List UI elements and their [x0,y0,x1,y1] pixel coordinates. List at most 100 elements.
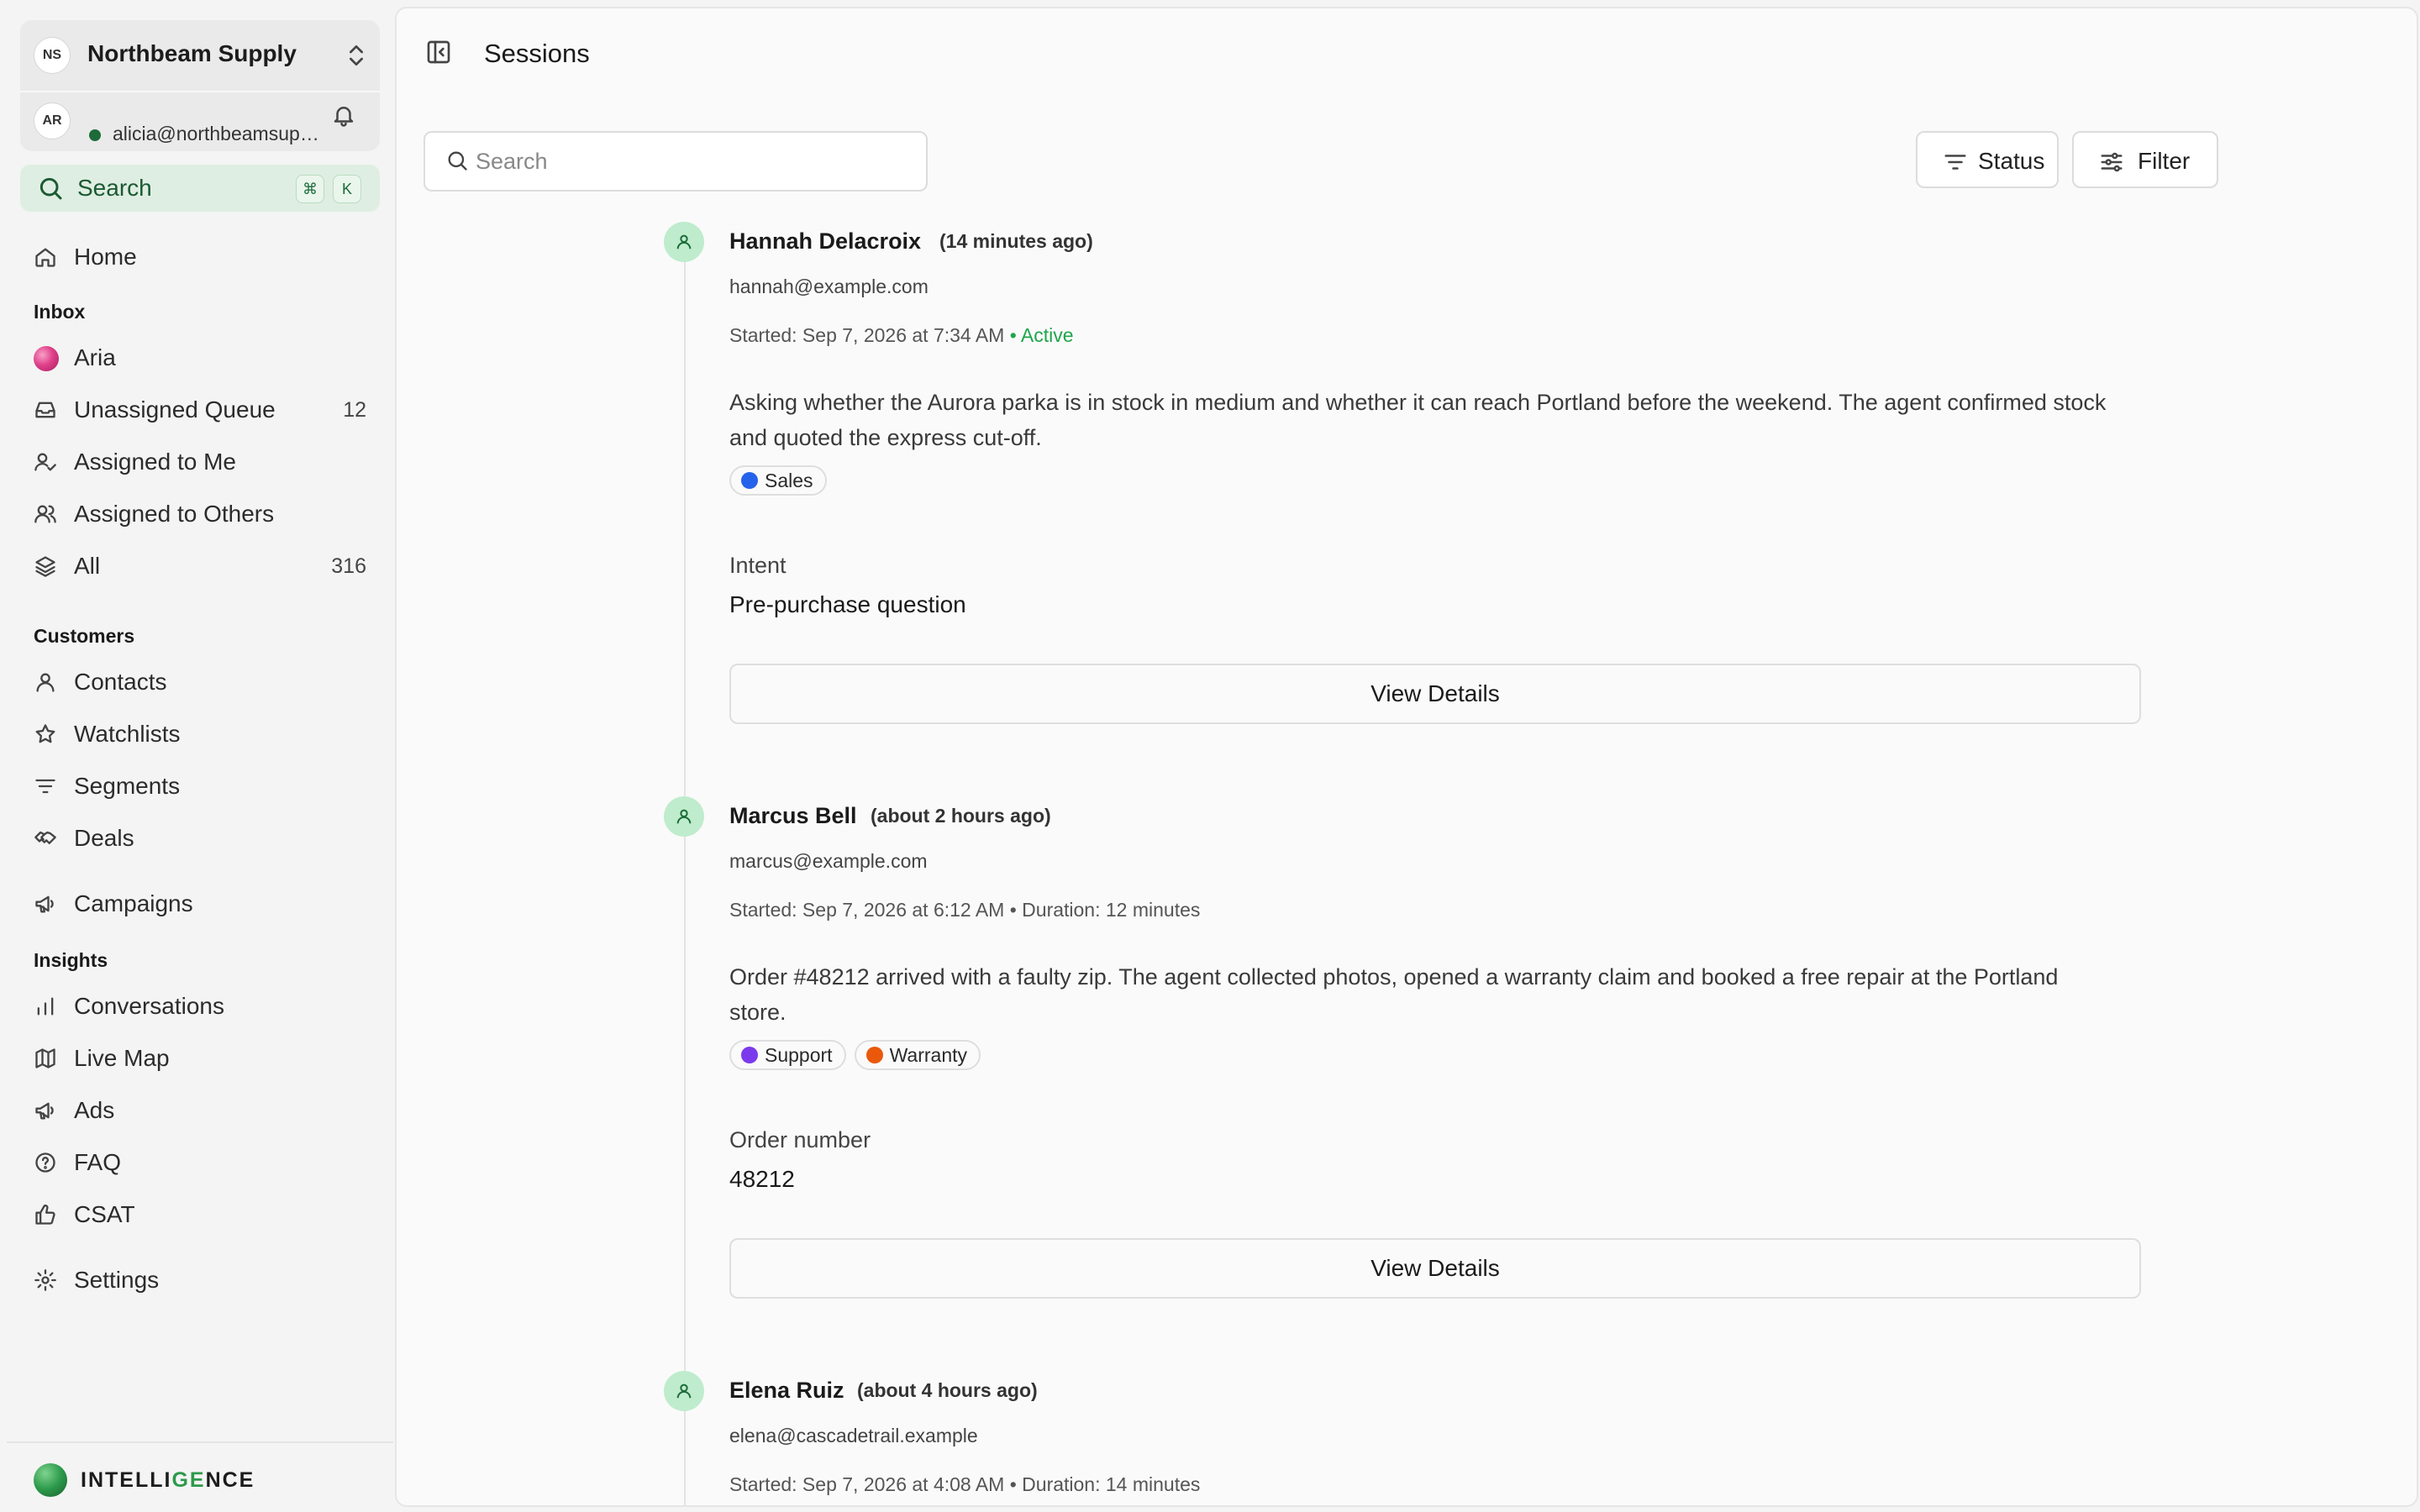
session-meta: Started: Sep 7, 2026 at 4:08 AM • Durati… [729,1473,1201,1495]
user-avatar[interactable]: AR [34,102,71,139]
sidebar-item-label: Settings [74,1267,160,1293]
sidebar-item-contacts[interactable]: Contacts [20,659,380,704]
sidebar-item-label: Aria [74,344,116,370]
sessions-search[interactable] [424,131,928,192]
brand-logo-mark [34,1463,67,1497]
user-icon [664,1371,704,1411]
sidebar: NS Northbeam Supply AR alicia@northbeams… [0,0,393,1512]
user-email[interactable]: alicia@northbeamsupply.example [113,123,323,145]
sidebar-item-assigned-to-me[interactable]: Assigned to Me [20,438,380,484]
tag-label: Support [765,1043,833,1066]
sliders-icon [2099,150,2124,175]
gear-icon [34,1268,57,1292]
filter-button[interactable]: Filter [2072,131,2218,188]
session-relative-time: (about 2 hours ago) [871,805,1051,827]
user-check-icon [34,450,57,474]
section-inbox-heading: Inbox [34,301,86,323]
map-icon [34,1047,57,1070]
sidebar-item-settings[interactable]: Settings [20,1257,380,1302]
section-customers-heading: Customers [34,625,135,647]
search-icon [445,149,469,172]
user-icon [34,670,57,694]
layers-icon [34,554,57,578]
sidebar-item-watchlists[interactable]: Watchlists [20,711,380,756]
brand-wordmark: INTELLIGENCE [81,1468,255,1493]
bar-chart-icon [34,995,57,1018]
help-circle-icon [34,1151,57,1174]
sidebar-item-live-map[interactable]: Live Map [20,1035,380,1080]
main-panel: Sessions Status Filter Hannah Delacroix … [395,7,2418,1507]
session-status-active: • Active [1009,324,1074,346]
workspace-avatar: NS [34,37,71,74]
sidebar-item-label: Unassigned Queue [74,396,276,423]
search-icon [37,175,64,202]
tag-label: Sales [765,469,813,491]
sidebar-item-label: Assigned to Others [74,501,275,527]
sidebar-item-ads[interactable]: Ads [20,1087,380,1132]
user-icon [664,796,704,837]
timeline-line [684,252,686,1505]
sidebar-search-label: Search [77,175,152,201]
sidebar-item-all[interactable]: All 316 [20,543,380,588]
sidebar-item-home[interactable]: Home [20,234,380,279]
filter-lines-icon [34,774,57,798]
chevron-up-down-icon [343,42,370,69]
sidebar-item-conversations[interactable]: Conversations [20,983,380,1028]
session-meta: Started: Sep 7, 2026 at 6:12 AM • Durati… [729,899,1201,921]
sidebar-item-count: 316 [331,554,366,578]
sidebar-item-faq[interactable]: FAQ [20,1139,380,1184]
sidebar-item-label: Watchlists [74,721,181,747]
brand-wordmark-part: INTELLI [81,1468,172,1492]
session-contact-name[interactable]: Marcus Bell [729,803,857,829]
view-details-button[interactable]: View Details [729,1238,2141,1299]
sidebar-item-campaigns[interactable]: Campaigns [20,880,380,926]
sidebar-item-unassigned-queue[interactable]: Unassigned Queue 12 [20,386,380,432]
session-tags: Support Warranty [729,1040,981,1070]
tag-support: Support [729,1040,846,1070]
tag-warranty: Warranty [854,1040,981,1070]
shortcut-key-cmd: ⌘ [296,175,324,203]
tag-label: Warranty [889,1043,968,1066]
filter-button-label: Filter [2138,148,2191,174]
sidebar-item-label: Segments [74,773,181,799]
session-relative-time: (14 minutes ago) [939,230,1093,252]
aria-avatar [34,346,59,371]
sidebar-item-label: Ads [74,1097,115,1123]
workspace-switcher[interactable]: NS Northbeam Supply [20,20,380,87]
session-contact-name[interactable]: Hannah Delacroix [729,228,921,255]
sidebar-collapse-icon[interactable] [425,39,452,66]
divider [20,91,380,92]
session-field-label: Order number [729,1127,871,1152]
tag-sales: Sales [729,465,827,496]
session-email: hannah@example.com [729,276,929,297]
handshake-icon [34,827,57,850]
sidebar-item-label: Conversations [74,993,224,1019]
session-contact-name[interactable]: Elena Ruiz [729,1378,844,1404]
sidebar-search[interactable]: Search ⌘ K [20,165,380,212]
sidebar-item-label: Home [74,244,137,270]
status-button-label: Status [1978,148,2045,174]
sidebar-item-label: Campaigns [74,890,193,916]
view-details-button[interactable]: View Details [729,664,2141,724]
search-input[interactable] [474,141,914,181]
bell-icon[interactable] [331,102,356,128]
sidebar-item-aria[interactable]: Aria [20,334,380,380]
sidebar-item-label: CSAT [74,1201,135,1227]
inbox-tray-icon [34,398,57,422]
tag-dot [865,1047,883,1063]
brand-wordmark-part: NCE [205,1468,255,1492]
sidebar-item-csat[interactable]: CSAT [20,1191,380,1236]
sidebar-item-deals[interactable]: Deals [20,815,380,860]
sidebar-item-segments[interactable]: Segments [20,763,380,808]
session-email: marcus@example.com [729,850,928,872]
sidebar-item-assigned-to-others[interactable]: Assigned to Others [20,491,380,536]
status-filter-button[interactable]: Status [1916,131,2059,188]
workspace-card: NS Northbeam Supply AR alicia@northbeams… [20,20,380,151]
session-relative-time: (about 4 hours ago) [857,1379,1038,1401]
online-status-dot [89,129,101,141]
megaphone-icon [34,1099,57,1122]
filter-lines-icon [1943,150,1968,175]
tag-dot [741,472,758,489]
brand-wordmark-accent: GE [171,1468,206,1492]
section-insights-heading: Insights [34,949,108,971]
